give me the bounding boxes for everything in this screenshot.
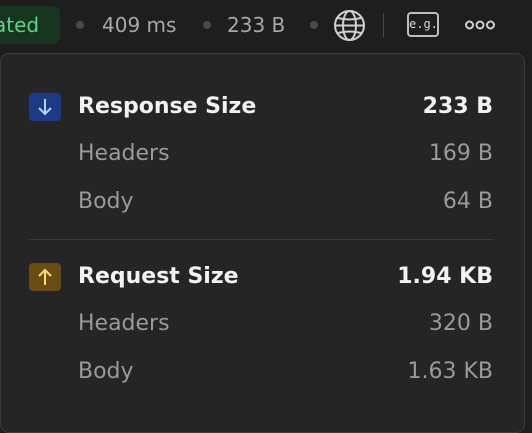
separator-dot bbox=[310, 21, 318, 29]
response-headers-row: Headers 169 B bbox=[1, 138, 526, 170]
globe-icon[interactable] bbox=[333, 9, 366, 42]
request-headers-label: Headers bbox=[78, 311, 170, 336]
response-headers-label: Headers bbox=[78, 141, 170, 166]
response-body-label: Body bbox=[78, 189, 134, 214]
response-time[interactable]: 409 ms bbox=[102, 12, 176, 38]
response-size-total: 233 B bbox=[422, 94, 493, 119]
status-badge-label: ated bbox=[0, 13, 40, 37]
size-popover: Response Size 233 B Headers 169 B Body 6… bbox=[0, 53, 525, 433]
response-body-row: Body 64 B bbox=[1, 186, 526, 218]
request-size-row: Request Size 1.94 KB bbox=[1, 261, 526, 293]
request-headers-value: 320 B bbox=[428, 311, 493, 336]
response-size[interactable]: 233 B bbox=[227, 12, 285, 38]
request-size-total: 1.94 KB bbox=[397, 264, 493, 289]
request-headers-row: Headers 320 B bbox=[1, 308, 526, 340]
request-body-row: Body 1.63 KB bbox=[1, 356, 526, 388]
response-headers-value: 169 B bbox=[428, 141, 493, 166]
request-body-label: Body bbox=[78, 359, 134, 384]
status-bar: ated 409 ms 233 B e.g. bbox=[0, 0, 532, 50]
request-size-title: Request Size bbox=[78, 264, 239, 289]
example-button[interactable]: e.g. bbox=[407, 12, 439, 37]
request-body-value: 1.63 KB bbox=[407, 359, 494, 384]
response-badge bbox=[29, 93, 61, 121]
response-body-value: 64 B bbox=[442, 189, 493, 214]
toolbar-divider bbox=[383, 13, 384, 37]
arrow-up-icon bbox=[38, 268, 52, 285]
response-size-row: Response Size 233 B bbox=[1, 91, 526, 123]
arrow-down-icon bbox=[38, 99, 52, 116]
status-badge[interactable]: ated bbox=[0, 6, 60, 44]
separator-dot bbox=[76, 21, 84, 29]
response-size-title: Response Size bbox=[78, 94, 257, 119]
request-badge bbox=[29, 263, 61, 291]
section-divider bbox=[29, 239, 493, 240]
more-icon[interactable] bbox=[465, 17, 495, 33]
separator-dot bbox=[203, 21, 211, 29]
